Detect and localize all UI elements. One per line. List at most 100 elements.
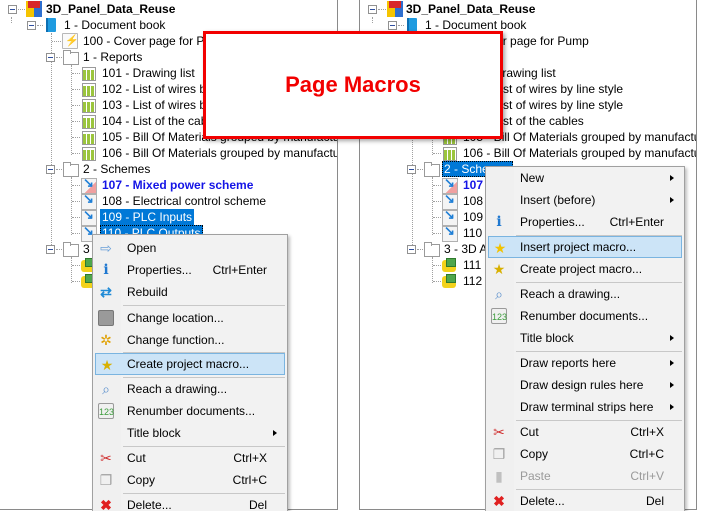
tree-node-scheme[interactable]: 108 - Electrical control scheme <box>0 191 337 210</box>
tree-label: 109 <box>463 210 484 224</box>
tree-node-schemes-folder[interactable]: 2 - Schemes <box>0 161 337 177</box>
folder-icon <box>62 241 79 257</box>
report-icon <box>80 65 96 81</box>
menu-item-renumber[interactable]: 123 Renumber documents... <box>488 305 682 327</box>
menu-item-new[interactable]: New <box>488 167 682 189</box>
submenu-arrow-icon <box>670 175 674 181</box>
report-icon <box>80 81 96 97</box>
menu-item-label: Properties... <box>520 215 585 229</box>
menu-item-label: Renumber documents... <box>127 404 256 418</box>
tree-node-scheme[interactable]: 107 - Mixed power scheme <box>0 175 337 194</box>
renumber-icon: 123 <box>98 403 114 419</box>
folder-icon <box>423 241 440 257</box>
submenu-arrow-icon <box>670 404 674 410</box>
menu-item-paste[interactable]: ▮ Paste Ctrl+V <box>488 465 682 487</box>
function-icon: ✲ <box>100 332 112 348</box>
menu-item-copy[interactable]: ❐ Copy Ctrl+C <box>95 469 285 491</box>
collapse-icon[interactable] <box>407 245 416 254</box>
menu-item-shortcut: Ctrl+C <box>232 473 267 487</box>
menu-item-insert-project-macro[interactable]: ★ Insert project macro... <box>488 236 682 258</box>
insert-macro-icon: ★ <box>493 240 507 256</box>
project-icon <box>26 1 42 17</box>
copy-icon: ❐ <box>492 446 506 462</box>
menu-item-copy[interactable]: ❐ Copy Ctrl+C <box>488 443 682 465</box>
menu-item-label: Copy <box>127 473 156 487</box>
create-macro-icon: ★ <box>100 357 114 373</box>
tree-label: 110 <box>463 226 483 240</box>
tree-node-root[interactable]: 3D_Panel_Data_Reuse <box>0 1 337 17</box>
submenu-arrow-icon <box>670 335 674 341</box>
tree-node-root[interactable]: 3D_Panel_Data_Reuse <box>360 1 696 17</box>
tree-label: 108 <box>463 194 484 208</box>
menu-item-draw-reports[interactable]: Draw reports here <box>488 352 682 374</box>
menu-item-shortcut: Ctrl+X <box>630 425 664 439</box>
menu-separator <box>123 305 285 306</box>
page-macros-callout: Page Macros <box>203 31 503 139</box>
menu-item-delete[interactable]: ✖ Delete... Del <box>488 490 682 511</box>
menu-item-title-block[interactable]: Title block <box>488 327 682 349</box>
collapse-icon[interactable] <box>388 21 397 30</box>
report-icon <box>80 145 96 161</box>
menu-item-reach-drawing[interactable]: ⌕ Reach a drawing... <box>95 378 285 400</box>
menu-item-rebuild[interactable]: ⇄ Rebuild <box>95 281 285 303</box>
folder-icon <box>62 49 79 65</box>
menu-item-cut[interactable]: ✂ Cut Ctrl+X <box>488 421 682 443</box>
callout-title: Page Macros <box>285 72 421 97</box>
tree-label: 106 - Bill Of Materials grouped by manuf… <box>463 146 697 160</box>
menu-item-label: New <box>520 171 545 185</box>
menu-item-change-function[interactable]: ✲ Change function... <box>95 329 285 351</box>
menu-item-shortcut: Ctrl+Enter <box>609 215 664 229</box>
3d-assembly-icon <box>441 273 457 289</box>
menu-item-properties[interactable]: i Properties... Ctrl+Enter <box>95 259 285 281</box>
tree-node-scheme-selected[interactable]: 109 - PLC Inputs <box>0 207 337 226</box>
menu-item-delete[interactable]: ✖ Delete... Del <box>95 494 285 511</box>
menu-item-cut[interactable]: ✂ Cut Ctrl+X <box>95 447 285 469</box>
menu-item-label: Delete... <box>520 494 565 508</box>
menu-item-open[interactable]: ⇨ Open <box>95 237 285 259</box>
scheme-icon <box>441 223 458 242</box>
cover-page-icon <box>62 33 79 49</box>
menu-item-label: Change function... <box>127 333 225 347</box>
tree-node-report[interactable]: 106 - Bill Of Materials grouped by manuf… <box>0 145 338 161</box>
submenu-arrow-icon <box>670 197 674 203</box>
report-icon <box>441 145 457 161</box>
tree-label: 106 - Bill Of Materials grouped by manuf… <box>102 146 338 160</box>
menu-item-draw-terminal-strips[interactable]: Draw terminal strips here <box>488 396 682 418</box>
collapse-icon[interactable] <box>46 165 55 174</box>
menu-item-label: Cut <box>127 451 146 465</box>
menu-item-title-block[interactable]: Title block <box>95 422 285 444</box>
info-icon: i <box>496 214 502 230</box>
menu-item-change-location[interactable]: Change location... <box>95 307 285 329</box>
collapse-icon[interactable] <box>8 5 17 14</box>
copy-icon: ❐ <box>99 472 113 488</box>
folder-open-icon <box>423 161 440 177</box>
tree-label: 111 <box>463 258 482 272</box>
3d-assembly-icon <box>441 257 457 273</box>
menu-item-draw-design-rules[interactable]: Draw design rules here <box>488 374 682 396</box>
collapse-icon[interactable] <box>46 245 55 254</box>
delete-icon: ✖ <box>100 497 112 511</box>
tree-label: 3D_Panel_Data_Reuse <box>406 2 536 16</box>
collapse-icon[interactable] <box>407 165 416 174</box>
menu-item-label: Create project macro... <box>520 262 643 276</box>
menu-item-label: Create project macro... <box>127 357 250 371</box>
menu-item-label: Delete... <box>127 498 172 511</box>
tree-label: 101 - Drawing list <box>102 66 195 80</box>
tree-node-report[interactable]: 106 - Bill Of Materials grouped by manuf… <box>360 145 697 161</box>
collapse-icon[interactable] <box>27 21 36 30</box>
menu-item-renumber[interactable]: 123 Renumber documents... <box>95 400 285 422</box>
menu-item-create-project-macro[interactable]: ★ Create project macro... <box>95 353 285 375</box>
menu-item-insert-before[interactable]: Insert (before) <box>488 189 682 211</box>
menu-item-create-project-macro[interactable]: ★ Create project macro... <box>488 258 682 280</box>
menu-item-reach-drawing[interactable]: ⌕ Reach a drawing... <box>488 283 682 305</box>
menu-item-shortcut: Ctrl+V <box>630 469 664 483</box>
menu-item-label: Properties... <box>127 263 192 277</box>
reach-drawing-icon: ⌕ <box>495 286 503 302</box>
menu-item-label: Draw terminal strips here <box>520 400 654 414</box>
collapse-icon[interactable] <box>46 53 55 62</box>
tree-label: 107 <box>463 178 484 192</box>
location-icon <box>98 310 114 326</box>
collapse-icon[interactable] <box>368 5 377 14</box>
book-icon <box>43 17 59 33</box>
menu-item-properties[interactable]: i Properties... Ctrl+Enter <box>488 211 682 233</box>
